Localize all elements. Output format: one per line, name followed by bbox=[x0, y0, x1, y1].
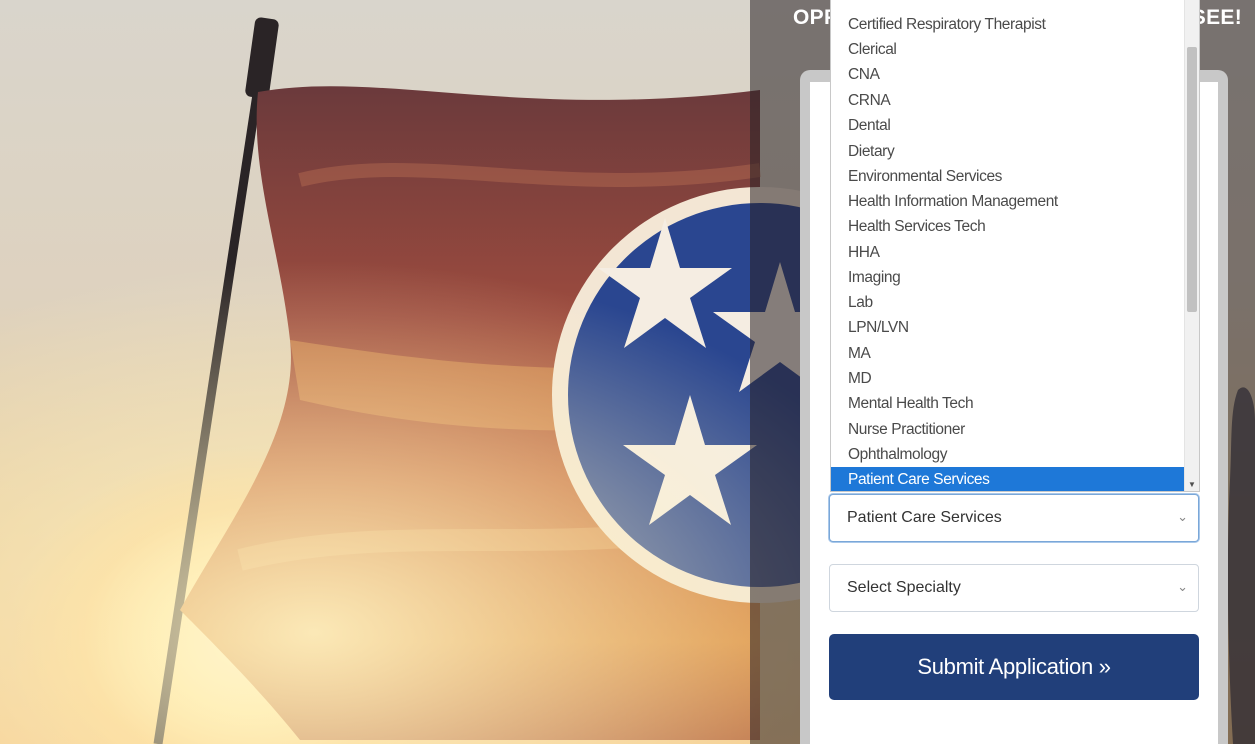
dropdown-option[interactable]: HHA bbox=[831, 240, 1185, 265]
dropdown-option[interactable]: LPN/LVN bbox=[831, 315, 1185, 340]
chevron-down-icon: ⌄ bbox=[1177, 509, 1188, 524]
profession-select-value: Patient Care Services bbox=[847, 509, 1002, 526]
dropdown-option[interactable]: Mental Health Tech bbox=[831, 391, 1185, 416]
scrollbar-thumb[interactable] bbox=[1187, 47, 1197, 312]
dropdown-option[interactable]: Clerical bbox=[831, 37, 1185, 62]
profession-select[interactable]: Patient Care Services ⌄ bbox=[829, 494, 1199, 542]
profession-dropdown-list[interactable]: Certified Respiratory Therapist Clerical… bbox=[830, 0, 1200, 492]
specialty-select[interactable]: Select Specialty ⌄ bbox=[829, 564, 1199, 612]
dropdown-option[interactable]: Ophthalmology bbox=[831, 442, 1185, 467]
chevron-down-icon: ⌄ bbox=[1177, 579, 1188, 594]
dropdown-option-highlighted[interactable]: Patient Care Services bbox=[831, 467, 1185, 491]
dropdown-scrollbar[interactable]: ▼ bbox=[1184, 0, 1199, 491]
dropdown-option[interactable]: Lab bbox=[831, 290, 1185, 315]
specialty-select-value: Select Specialty bbox=[847, 579, 961, 596]
dropdown-option[interactable]: Certified Respiratory Therapist bbox=[831, 12, 1185, 37]
submit-application-button[interactable]: Submit Application » bbox=[829, 634, 1199, 700]
dropdown-option[interactable]: Dental bbox=[831, 113, 1185, 138]
dropdown-option[interactable]: MD bbox=[831, 366, 1185, 391]
scroll-down-arrow-icon[interactable]: ▼ bbox=[1188, 480, 1196, 489]
dropdown-option[interactable]: CNA bbox=[831, 62, 1185, 87]
dropdown-option[interactable]: Health Services Tech bbox=[831, 214, 1185, 239]
dropdown-option[interactable]: CRNA bbox=[831, 88, 1185, 113]
dropdown-option[interactable]: Nurse Practitioner bbox=[831, 417, 1185, 442]
dropdown-option[interactable]: Environmental Services bbox=[831, 164, 1185, 189]
dropdown-option[interactable]: MA bbox=[831, 341, 1185, 366]
dropdown-option[interactable]: Dietary bbox=[831, 139, 1185, 164]
dropdown-option[interactable]: Imaging bbox=[831, 265, 1185, 290]
dropdown-option[interactable]: Health Information Management bbox=[831, 189, 1185, 214]
